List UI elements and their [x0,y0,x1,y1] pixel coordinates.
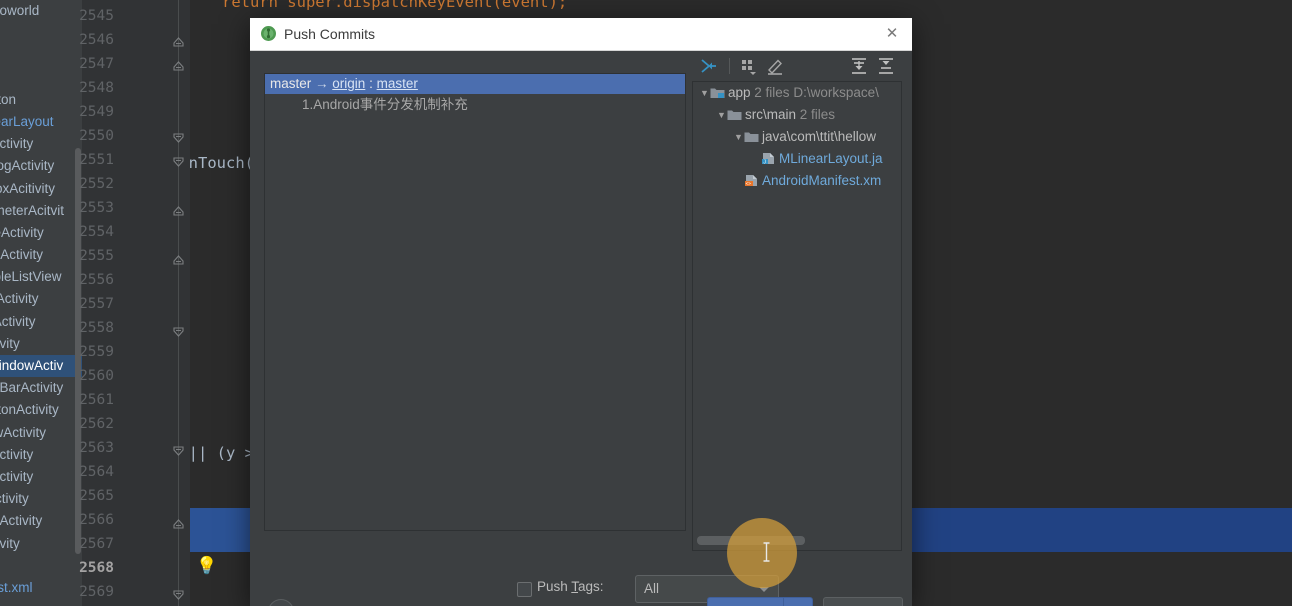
line-number: 2554 [79,224,114,240]
line-number: 2553 [79,200,114,216]
line-number: 2568 [79,560,114,576]
help-button[interactable]: ? [268,599,294,606]
code-token: .onTouch( [190,154,254,172]
file-count-label: 2 files [796,107,836,122]
file-tree-node-label: AndroidManifest.xm [762,173,882,188]
push-commits-dialog[interactable]: Push Commits ✕ master → origin : master … [250,18,912,606]
fold-marker-collapse[interactable] [171,252,186,267]
line-number: 2545 [79,8,114,24]
fold-marker-expand[interactable] [171,444,186,459]
file-tree-node-label: java\com\ttit\hellow [762,129,877,144]
push-dropdown-button[interactable] [783,597,813,606]
fold-marker-collapse[interactable] [171,516,186,531]
collapse-all-icon[interactable] [875,55,897,77]
toolbar-separator [729,58,730,74]
file-tree-node[interactable]: <> AndroidManifest.xm [693,170,901,192]
file-count-label: 2 files [750,85,790,100]
screen: elloworldruttonnearLayoutrActivityalogAc… [0,0,1292,606]
remote-name-link[interactable]: origin [332,76,365,91]
code-token: return super.dispatchKeyEvent(event); [221,0,568,11]
push-button[interactable]: Push [707,597,784,606]
lightbulb-icon[interactable]: 💡 [196,558,217,575]
edit-icon[interactable] [764,55,786,77]
module-folder-icon [710,85,728,100]
line-number: 2563 [79,440,114,456]
line-number: 2547 [79,56,114,72]
line-number: 2566 [79,512,114,528]
line-number: 2561 [79,392,114,408]
git-push-icon [260,25,277,42]
line-number: 2558 [79,320,114,336]
line-number: 2560 [79,368,114,384]
line-number: 2548 [79,80,114,96]
push-tags-label: Push Tags: [537,579,604,594]
line-number: 2562 [79,416,114,432]
commit-row[interactable]: 1.Android事件分发机制补充 [265,94,685,116]
fold-marker-expand[interactable] [171,155,186,170]
line-number: 2550 [79,128,114,144]
file-tree-node[interactable]: ▼ java\com\ttit\hellow [693,126,901,148]
branch-arrow-icon: → [315,76,329,91]
folder-icon [744,129,762,144]
branch-row[interactable]: master → origin : master [265,74,685,94]
fold-marker-collapse[interactable] [171,58,186,73]
file-tree-node[interactable]: J MLinearLayout.ja [693,148,901,170]
line-number: 2569 [79,584,114,600]
fold-marker-collapse[interactable] [171,34,186,49]
fold-marker-expand[interactable] [171,325,186,340]
fold-marker-collapse[interactable] [171,203,186,218]
intention-bulb-chip[interactable] [190,508,256,552]
files-toolbar [692,51,900,81]
file-tree[interactable]: ▼ app 2 files D:\workspace\ ▼ src\main 2 fi… [692,81,902,551]
fold-marker-expand[interactable] [171,131,186,146]
changed-files-pane: ▼ app 2 files D:\workspace\ ▼ src\main 2 fi… [692,51,902,551]
fold-marker-expand[interactable] [171,588,186,603]
line-number: 2552 [79,176,114,192]
file-tree-node[interactable]: ▼ app 2 files D:\workspace\ [693,82,901,104]
file-tree-node-label: src\main [745,107,797,122]
line-number: 2549 [79,104,114,120]
svg-text:<>: <> [746,181,752,186]
line-number: 2551 [79,152,114,168]
cancel-button[interactable]: Cancel [823,597,903,606]
push-tags-dropdown-value: All [644,581,660,596]
group-by-icon[interactable] [738,55,760,77]
chevron-down-icon[interactable]: ▼ [699,82,710,104]
dialog-body: master → origin : master 1.Android事件分发机制… [250,51,912,606]
text-cursor-icon [762,541,771,563]
remote-branch-link[interactable]: master [377,76,418,91]
file-tree-node-label: app [728,85,751,100]
xml-file-icon: <> [744,173,762,188]
dialog-title-bar[interactable]: Push Commits ✕ [250,18,912,51]
dialog-title: Push Commits [284,26,376,42]
local-branch-label: master [270,76,312,91]
line-number: 2564 [79,464,114,480]
close-icon[interactable]: ✕ [882,24,902,44]
line-number: 2556 [79,272,114,288]
java-file-icon: J [761,151,779,166]
chevron-down-icon[interactable]: ▼ [716,104,727,126]
line-number: 2546 [79,32,114,48]
line-number: 2565 [79,488,114,504]
branch-separator: : [369,76,373,91]
push-tags-checkbox[interactable] [517,582,532,597]
line-number: 2555 [79,248,114,264]
line-number: 2567 [79,536,114,552]
code-line[interactable]: return super.dispatchKeyEvent(event); [190,0,567,14]
file-tree-node-label: MLinearLayout.ja [779,151,883,166]
line-number: 2559 [79,344,114,360]
expand-all-icon[interactable] [848,55,870,77]
collapse-diff-icon[interactable] [698,55,720,77]
folder-icon [727,107,745,122]
file-tree-node[interactable]: ▼ src\main 2 files [693,104,901,126]
line-number: 2557 [79,296,114,312]
file-tree-nodes[interactable]: ▼ app 2 files D:\workspace\ ▼ src\main 2 fi… [693,82,901,192]
chevron-down-icon[interactable]: ▼ [733,126,744,148]
module-path-label: D:\workspace\ [789,85,879,100]
commits-list-pane[interactable]: master → origin : master 1.Android事件分发机制… [264,73,686,531]
editor-gutter[interactable]: 2545 2546 2547 2548 2549 2550 2551 2552 2553 2554… [79,0,216,606]
